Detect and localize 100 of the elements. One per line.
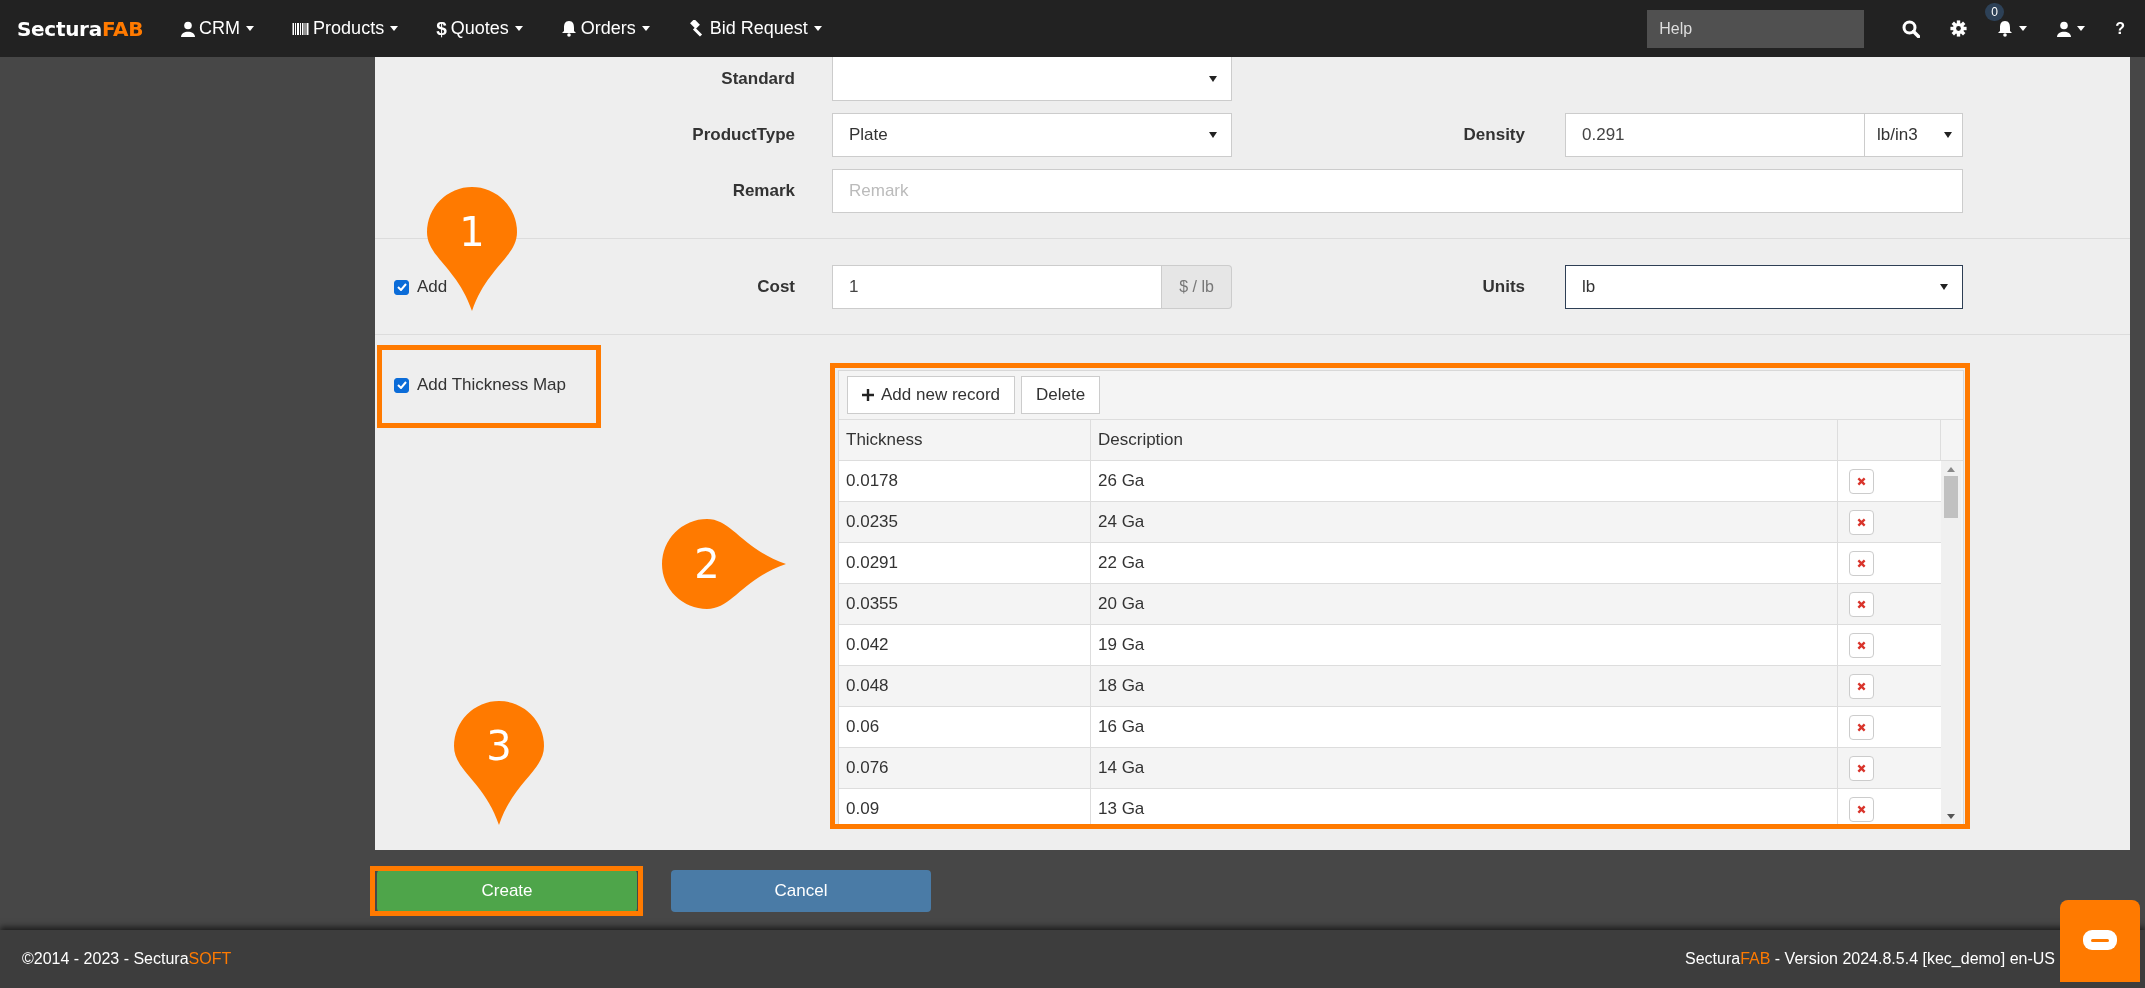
table-cell: 16 Ga bbox=[1091, 707, 1838, 747]
delete-button[interactable]: Delete bbox=[1021, 376, 1101, 414]
table-cell: 24 Ga bbox=[1091, 502, 1838, 542]
remove-row-button[interactable] bbox=[1849, 714, 1874, 740]
scrollbar[interactable] bbox=[1941, 461, 1961, 825]
search-icon bbox=[1902, 19, 1921, 38]
notification-badge: 0 bbox=[1985, 3, 2004, 21]
marker-number: 2 bbox=[694, 544, 720, 584]
nav-menu-item[interactable]: Bid Request bbox=[709, 18, 808, 39]
help-search-field[interactable]: Help bbox=[1647, 9, 1865, 48]
close-icon bbox=[1857, 476, 1866, 486]
remove-row-button[interactable] bbox=[1849, 468, 1874, 494]
checkbox[interactable] bbox=[394, 377, 409, 393]
bell-icon bbox=[560, 20, 577, 37]
table-cell: 0.048 bbox=[839, 666, 1091, 706]
nav-menu-item[interactable]: Orders bbox=[580, 18, 636, 39]
chat-icon bbox=[2082, 929, 2118, 953]
checkbox[interactable] bbox=[394, 279, 409, 295]
copyright-text: ©2014 - 2023 - SecturaSOFT bbox=[22, 950, 232, 968]
select-field[interactable] bbox=[832, 57, 1232, 101]
caret-icon bbox=[2019, 26, 2028, 31]
checkbox-label[interactable]: Add Thickness Map bbox=[417, 375, 566, 395]
table-cell: 0.076 bbox=[839, 748, 1091, 788]
select-field[interactable]: Plate bbox=[832, 113, 1232, 157]
table-cell: 0.09 bbox=[839, 789, 1091, 825]
unit-select[interactable]: lb/in3 bbox=[1865, 113, 1963, 157]
brand-logo[interactable]: SecturaFAB bbox=[17, 16, 144, 41]
remove-row-button[interactable] bbox=[1849, 550, 1874, 576]
close-icon bbox=[1857, 804, 1866, 814]
column-header[interactable]: Thickness bbox=[839, 420, 1091, 460]
nav-menu-item[interactable]: Products bbox=[313, 18, 385, 39]
table-cell: 0.06 bbox=[839, 707, 1091, 747]
remove-row-button[interactable] bbox=[1849, 796, 1874, 822]
help-icon[interactable]: ? bbox=[2115, 19, 2125, 38]
scrollbar-thumb[interactable] bbox=[1944, 476, 1958, 518]
column-header[interactable]: Description bbox=[1091, 420, 1838, 460]
caret-icon bbox=[514, 26, 523, 31]
caret-icon bbox=[1940, 284, 1948, 290]
field-label: Standard bbox=[721, 69, 795, 89]
close-icon bbox=[1857, 681, 1866, 691]
close-icon bbox=[1857, 599, 1866, 609]
field-label: Density bbox=[1463, 125, 1525, 145]
caret-icon bbox=[641, 26, 650, 31]
close-icon bbox=[1857, 722, 1866, 732]
table-cell: 0.0178 bbox=[839, 461, 1091, 501]
unit-addon: $ / lb bbox=[1162, 265, 1232, 309]
caret-icon bbox=[1944, 132, 1952, 138]
table-cell: 0.0355 bbox=[839, 584, 1091, 624]
user-icon bbox=[2057, 20, 2072, 37]
cost-field[interactable]: 1 bbox=[832, 265, 1162, 309]
scroll-down-icon bbox=[1947, 814, 1955, 819]
density-field[interactable]: 0.291 bbox=[1565, 113, 1865, 157]
field-label: Remark bbox=[732, 181, 795, 201]
remove-row-button[interactable] bbox=[1849, 673, 1874, 699]
caret-icon bbox=[246, 26, 255, 31]
nav-menu-item[interactable]: Quotes bbox=[450, 18, 509, 39]
checkbox-label[interactable]: Add bbox=[417, 277, 448, 297]
caret-icon bbox=[1209, 75, 1217, 82]
remove-row-button[interactable] bbox=[1849, 509, 1874, 535]
close-icon bbox=[1857, 763, 1866, 773]
table-cell: 0.0235 bbox=[839, 502, 1091, 542]
caret-icon bbox=[2077, 26, 2086, 31]
field-label: Units bbox=[1482, 277, 1525, 297]
caret-icon bbox=[390, 26, 399, 31]
remove-row-button[interactable] bbox=[1849, 591, 1874, 617]
barcode-icon bbox=[292, 21, 310, 36]
close-icon bbox=[1857, 517, 1866, 527]
nav-menu-item[interactable]: CRM bbox=[199, 18, 241, 39]
close-icon bbox=[1857, 640, 1866, 650]
table-cell: 26 Ga bbox=[1091, 461, 1838, 501]
field-label: ProductType bbox=[692, 125, 795, 145]
marker-number: 1 bbox=[459, 212, 485, 252]
bell-icon bbox=[1997, 20, 2014, 37]
check-icon bbox=[396, 283, 407, 291]
plus-icon bbox=[862, 389, 874, 401]
cancel-button[interactable]: Cancel bbox=[671, 870, 931, 912]
check-icon bbox=[396, 381, 407, 389]
chat-button[interactable] bbox=[2060, 900, 2140, 982]
table-cell: 0.042 bbox=[839, 625, 1091, 665]
remove-row-button[interactable] bbox=[1849, 755, 1874, 781]
table-cell: 18 Ga bbox=[1091, 666, 1838, 706]
table-cell: 14 Ga bbox=[1091, 748, 1838, 788]
table-cell: 20 Ga bbox=[1091, 584, 1838, 624]
units-select[interactable]: lb bbox=[1565, 265, 1963, 309]
table-cell: 0.0291 bbox=[839, 543, 1091, 583]
text-field[interactable]: Remark bbox=[832, 169, 1963, 213]
marker-number: 3 bbox=[486, 726, 512, 766]
scroll-up-icon bbox=[1947, 467, 1955, 472]
field-label: Cost bbox=[757, 277, 795, 297]
caret-icon bbox=[1209, 132, 1217, 138]
user-icon bbox=[181, 20, 196, 37]
settings-icon bbox=[1950, 20, 1968, 37]
close-icon bbox=[1857, 558, 1866, 568]
table-cell: 19 Ga bbox=[1091, 625, 1838, 665]
table-cell: 13 Ga bbox=[1091, 789, 1838, 825]
caret-icon bbox=[813, 26, 822, 31]
version-text: SecturaFAB - Version 2024.8.5.4 [kec_demo] en-US bbox=[1685, 950, 2055, 968]
add-record-button[interactable]: Add new record bbox=[847, 376, 1016, 414]
table-cell: 22 Ga bbox=[1091, 543, 1838, 583]
remove-row-button[interactable] bbox=[1849, 632, 1874, 658]
